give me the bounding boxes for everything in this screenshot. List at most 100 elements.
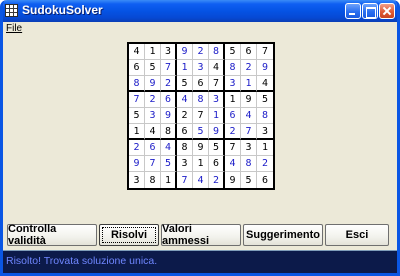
menu-file-label: File bbox=[6, 23, 23, 34]
sudoku-cell[interactable]: 2 bbox=[145, 92, 161, 108]
sudoku-cell[interactable]: 5 bbox=[161, 156, 177, 172]
main-window: SudokuSolver File 4139285676571348298925… bbox=[0, 0, 400, 276]
allowed-values-button[interactable]: Valori ammessi bbox=[161, 223, 241, 247]
sudoku-cell[interactable]: 2 bbox=[161, 76, 177, 92]
sudoku-cell[interactable]: 4 bbox=[241, 108, 257, 124]
minimize-icon[interactable] bbox=[345, 3, 361, 19]
sudoku-cell[interactable]: 1 bbox=[161, 172, 177, 188]
sudoku-cell[interactable]: 9 bbox=[241, 92, 257, 108]
hint-button[interactable]: Suggerimento bbox=[243, 224, 323, 246]
sudoku-cell[interactable]: 7 bbox=[161, 60, 177, 76]
sudoku-cell[interactable]: 9 bbox=[225, 172, 241, 188]
sudoku-cell[interactable]: 7 bbox=[129, 92, 145, 108]
sudoku-cell[interactable]: 2 bbox=[209, 172, 225, 188]
sudoku-cell[interactable]: 4 bbox=[145, 124, 161, 140]
sudoku-cell[interactable]: 4 bbox=[161, 140, 177, 156]
sudoku-cell[interactable]: 6 bbox=[257, 172, 273, 188]
sudoku-cell[interactable]: 2 bbox=[177, 108, 193, 124]
sudoku-cell[interactable]: 2 bbox=[129, 140, 145, 156]
sudoku-cell[interactable]: 6 bbox=[209, 156, 225, 172]
sudoku-cell[interactable]: 8 bbox=[225, 60, 241, 76]
solve-button[interactable]: Risolvi bbox=[99, 224, 159, 246]
sudoku-cell[interactable]: 3 bbox=[145, 108, 161, 124]
status-text: Risolto! Trovata soluzione unica. bbox=[6, 255, 158, 267]
sudoku-cell[interactable]: 7 bbox=[241, 124, 257, 140]
sudoku-cell[interactable]: 6 bbox=[193, 76, 209, 92]
sudoku-cell[interactable]: 5 bbox=[129, 108, 145, 124]
sudoku-cell[interactable]: 4 bbox=[177, 92, 193, 108]
sudoku-cell[interactable]: 7 bbox=[257, 44, 273, 60]
sudoku-cell[interactable]: 2 bbox=[193, 44, 209, 60]
sudoku-cell[interactable]: 5 bbox=[209, 140, 225, 156]
sudoku-cell[interactable]: 4 bbox=[225, 156, 241, 172]
check-validity-button[interactable]: Controlla validità bbox=[7, 223, 97, 247]
sudoku-cell[interactable]: 1 bbox=[225, 92, 241, 108]
sudoku-cell[interactable]: 4 bbox=[129, 44, 145, 60]
sudoku-cell[interactable]: 9 bbox=[129, 156, 145, 172]
sudoku-cell[interactable]: 6 bbox=[225, 108, 241, 124]
sudoku-cell[interactable]: 5 bbox=[193, 124, 209, 140]
sudoku-cell[interactable]: 9 bbox=[145, 76, 161, 92]
sudoku-cell[interactable]: 4 bbox=[193, 172, 209, 188]
sudoku-cell[interactable]: 6 bbox=[129, 60, 145, 76]
sudoku-cell[interactable]: 1 bbox=[177, 60, 193, 76]
sudoku-cell[interactable]: 8 bbox=[209, 44, 225, 60]
sudoku-cell[interactable]: 1 bbox=[257, 140, 273, 156]
sudoku-cell[interactable]: 6 bbox=[145, 140, 161, 156]
sudoku-cell[interactable]: 5 bbox=[225, 44, 241, 60]
close-icon[interactable] bbox=[379, 3, 395, 19]
grid-app-icon bbox=[5, 4, 18, 17]
sudoku-cell[interactable]: 5 bbox=[241, 172, 257, 188]
button-row: Controlla validità Risolvi Valori ammess… bbox=[7, 223, 395, 247]
sudoku-cell[interactable]: 3 bbox=[225, 76, 241, 92]
sudoku-cell[interactable]: 8 bbox=[193, 92, 209, 108]
window-title: SudokuSolver bbox=[22, 3, 103, 17]
sudoku-cell[interactable]: 1 bbox=[241, 76, 257, 92]
sudoku-cell[interactable]: 3 bbox=[193, 60, 209, 76]
sudoku-cell[interactable]: 2 bbox=[241, 60, 257, 76]
sudoku-cell[interactable]: 8 bbox=[241, 156, 257, 172]
sudoku-cell[interactable]: 8 bbox=[145, 172, 161, 188]
sudoku-cell[interactable]: 3 bbox=[161, 44, 177, 60]
title-bar[interactable]: SudokuSolver bbox=[3, 0, 397, 22]
sudoku-cell[interactable]: 9 bbox=[161, 108, 177, 124]
sudoku-cell[interactable]: 3 bbox=[129, 172, 145, 188]
sudoku-cell[interactable]: 7 bbox=[225, 140, 241, 156]
sudoku-cell[interactable]: 2 bbox=[257, 156, 273, 172]
status-bar: Risolto! Trovata soluzione unica. bbox=[3, 250, 397, 273]
sudoku-cell[interactable]: 7 bbox=[145, 156, 161, 172]
sudoku-cell[interactable]: 3 bbox=[241, 140, 257, 156]
sudoku-cell[interactable]: 8 bbox=[161, 124, 177, 140]
sudoku-cell[interactable]: 9 bbox=[177, 44, 193, 60]
sudoku-cell[interactable]: 1 bbox=[209, 108, 225, 124]
sudoku-cell[interactable]: 2 bbox=[225, 124, 241, 140]
sudoku-cell[interactable]: 1 bbox=[129, 124, 145, 140]
exit-button[interactable]: Esci bbox=[325, 224, 389, 246]
sudoku-cell[interactable]: 5 bbox=[177, 76, 193, 92]
menu-bar: File bbox=[3, 22, 397, 36]
sudoku-cell[interactable]: 8 bbox=[177, 140, 193, 156]
sudoku-cell[interactable]: 7 bbox=[209, 76, 225, 92]
sudoku-cell[interactable]: 6 bbox=[161, 92, 177, 108]
sudoku-cell[interactable]: 3 bbox=[257, 124, 273, 140]
sudoku-cell[interactable]: 5 bbox=[257, 92, 273, 108]
sudoku-cell[interactable]: 4 bbox=[209, 60, 225, 76]
sudoku-cell[interactable]: 9 bbox=[209, 124, 225, 140]
maximize-icon[interactable] bbox=[362, 3, 378, 19]
sudoku-cell[interactable]: 6 bbox=[177, 124, 193, 140]
sudoku-cell[interactable]: 8 bbox=[257, 108, 273, 124]
sudoku-cell[interactable]: 9 bbox=[193, 140, 209, 156]
sudoku-cell[interactable]: 1 bbox=[193, 156, 209, 172]
sudoku-cell[interactable]: 3 bbox=[209, 92, 225, 108]
sudoku-cell[interactable]: 8 bbox=[129, 76, 145, 92]
sudoku-cell[interactable]: 6 bbox=[241, 44, 257, 60]
menu-file[interactable]: File bbox=[6, 23, 22, 34]
sudoku-cell[interactable]: 3 bbox=[177, 156, 193, 172]
sudoku-cell[interactable]: 4 bbox=[257, 76, 273, 92]
sudoku-cell[interactable]: 7 bbox=[177, 172, 193, 188]
sudoku-grid: 4139285676571348298925673147264831955392… bbox=[127, 42, 275, 190]
sudoku-cell[interactable]: 9 bbox=[257, 60, 273, 76]
sudoku-cell[interactable]: 7 bbox=[193, 108, 209, 124]
sudoku-cell[interactable]: 1 bbox=[145, 44, 161, 60]
sudoku-cell[interactable]: 5 bbox=[145, 60, 161, 76]
